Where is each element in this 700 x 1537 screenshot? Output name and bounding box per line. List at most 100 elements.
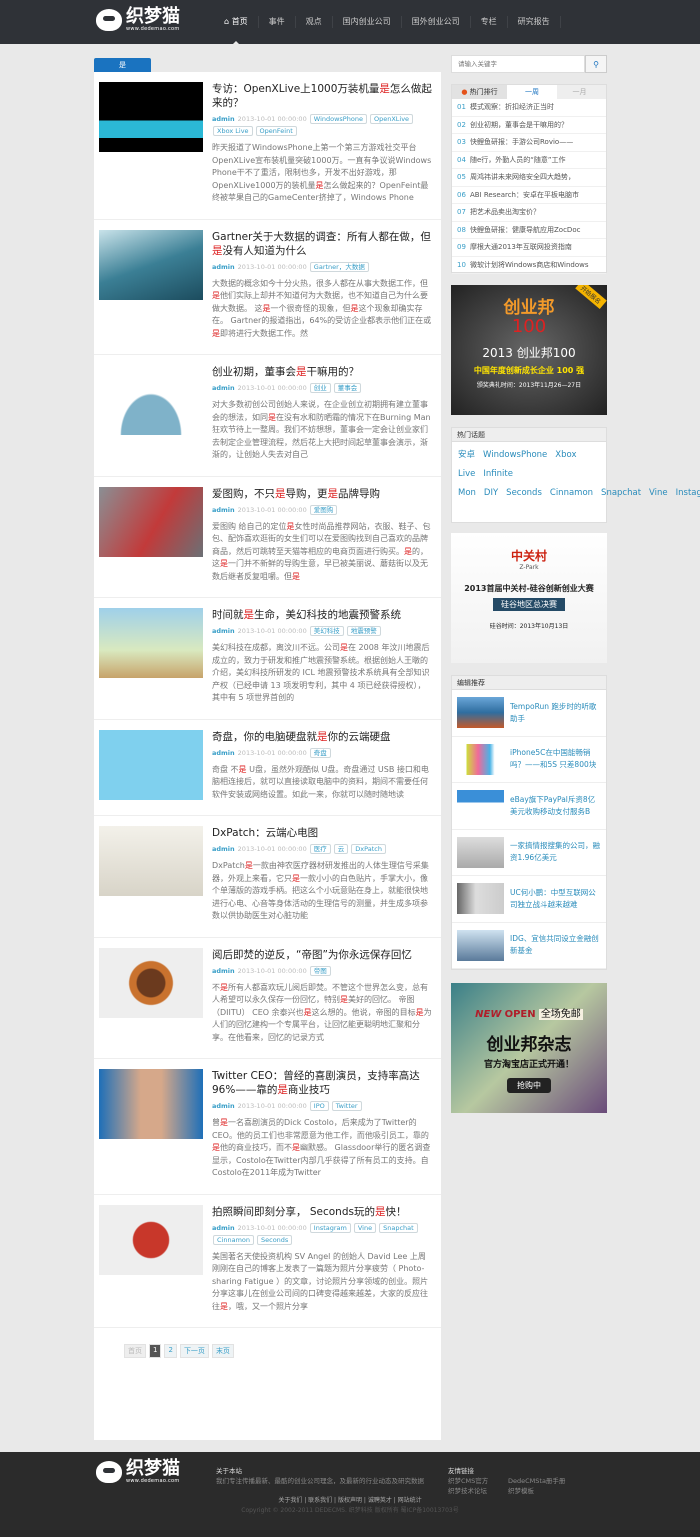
topic-link[interactable]: Instagram (676, 488, 700, 498)
friend-link[interactable]: DedeCMSta册手册 (508, 1476, 568, 1486)
search-input[interactable] (451, 55, 585, 73)
pick-thumbnail[interactable] (457, 929, 504, 961)
pick-thumbnail[interactable] (457, 836, 504, 868)
page-first[interactable]: 首页 (124, 1344, 146, 1358)
tab-month[interactable]: 一月 (557, 85, 602, 99)
ranking-item[interactable]: 10 微软计划将Windows商店和Windows (452, 257, 606, 274)
ranking-item[interactable]: 06 ABI Research：安卓在平板电脑市 (452, 187, 606, 204)
article-author[interactable]: admin (212, 115, 235, 123)
article-thumbnail[interactable] (99, 608, 203, 678)
nav-reports[interactable]: 研究报告 (508, 16, 561, 28)
article-tag[interactable]: IPO (309, 1101, 329, 1111)
ad-buy-button[interactable]: 抢购中 (507, 1078, 551, 1093)
article-tag[interactable]: 美幻科技 (309, 626, 344, 636)
tab-week[interactable]: 一周 (507, 85, 557, 99)
article-tag[interactable]: WindowsPhone (309, 114, 367, 124)
article-title[interactable]: 拍照瞬间即刻分享， Seconds玩的是快！ (212, 1205, 433, 1219)
article-tag[interactable]: 地震预警 (346, 626, 381, 636)
pick-item[interactable]: iPhone5C在中国能畅销吗？——和5S 只差800块 (452, 737, 606, 783)
article-tag[interactable]: DxPatch (351, 844, 387, 854)
topic-link[interactable]: WindowsPhone (483, 450, 547, 460)
article-thumbnail[interactable] (99, 826, 203, 896)
topic-link[interactable]: Snapchat (601, 488, 641, 498)
nav-home[interactable]: ⌂ 首页 (214, 16, 259, 46)
article-author[interactable]: admin (212, 1224, 235, 1232)
search-result-tab[interactable]: 是 (94, 58, 151, 72)
article-thumbnail[interactable] (99, 365, 203, 435)
article-thumbnail[interactable] (99, 1069, 203, 1139)
article-author[interactable]: admin (212, 384, 235, 392)
article-tag[interactable]: 云 (333, 844, 349, 854)
article-tag[interactable]: Snapchat (379, 1222, 418, 1233)
ranking-item[interactable]: 04 随e行，外勤人员的“随意”工作 (452, 152, 606, 169)
article-tag[interactable]: Cinnamon (213, 1234, 254, 1245)
article-tag[interactable]: Instagram (309, 1222, 351, 1233)
friend-link[interactable]: 织梦CMS官方 (448, 1476, 508, 1486)
pick-title[interactable]: iPhone5C在中国能畅销吗？——和5S 只差800块 (510, 747, 601, 771)
pick-title[interactable]: 一家搞情报搜集的公司，融资1.96亿美元 (510, 840, 601, 864)
article-title[interactable]: Twitter CEO：曾经的喜剧演员，支持率高达96%——靠的是商业技巧 (212, 1069, 433, 1097)
pick-thumbnail[interactable] (457, 790, 504, 822)
article-thumbnail[interactable] (99, 486, 203, 557)
article-tag[interactable]: 医疗 (309, 844, 331, 854)
pick-item[interactable]: eBay旗下PayPal斥资8亿美元收购移动支付服务B (452, 783, 606, 830)
article-author[interactable]: admin (212, 506, 235, 514)
article-tag[interactable]: 奇盘 (309, 747, 331, 758)
ranking-item[interactable]: 09 摩根大通2013年互联网投资指南 (452, 239, 606, 257)
article-tag[interactable]: Vine (353, 1222, 377, 1233)
friend-link[interactable]: 织梦模板 (508, 1486, 568, 1496)
pick-title[interactable]: eBay旗下PayPal斥资8亿美元收购移动支付服务B (510, 794, 601, 818)
article-tag[interactable]: Xbox Live (213, 126, 253, 136)
nav-foreign[interactable]: 国外创业公司 (402, 16, 471, 28)
article-tag[interactable]: 创业 (309, 383, 331, 393)
footer-logo[interactable]: 织梦猫 www.dedemao.com (96, 1460, 180, 1484)
topic-link[interactable]: Cinnamon (550, 488, 593, 498)
article-tag[interactable]: OpenXLive (369, 114, 414, 124)
article-title[interactable]: 阅后即焚的逆反，“帝图”为你永远保存回忆 (212, 948, 433, 962)
article-tag[interactable]: OpenFeint (255, 126, 297, 136)
ranking-item[interactable]: 03 快鲤鱼研报：手游公司Rovio—— (452, 134, 606, 152)
ranking-item[interactable]: 01 模式观察：折扣经济正当时 (452, 99, 606, 117)
ad-banner-zpark[interactable]: 中关村 Z-Park 2013首届中关村-硅谷创新创业大赛 硅谷地区总决赛 硅谷… (451, 533, 607, 663)
pick-thumbnail[interactable] (457, 697, 504, 729)
pick-title[interactable]: TempoRun 跑步时的听歌助手 (510, 701, 601, 725)
pick-thumbnail[interactable] (457, 743, 504, 775)
pick-item[interactable]: IDG、宜信共同设立金融创新基金 (452, 923, 606, 969)
article-tag[interactable]: Twitter (331, 1101, 362, 1111)
article-tag[interactable]: 爱图购 (309, 504, 338, 515)
article-thumbnail[interactable] (99, 947, 203, 1018)
ranking-item[interactable]: 08 快鲤鱼研报：健康导航应用ZocDoc (452, 222, 606, 239)
article-title[interactable]: Gartner关于大数据的调查：所有人都在做，但是没有人知道为什么 (212, 230, 433, 258)
pick-title[interactable]: UC何小鹏：中型互联网公司独立战斗越来越难 (510, 887, 601, 911)
topic-link[interactable]: DIY (484, 488, 498, 498)
ranking-item[interactable]: 07 把艺术品卖出淘宝价？ (452, 204, 606, 222)
ranking-item[interactable]: 02 创业初期，董事会是干嘛用的？ (452, 117, 606, 134)
article-author[interactable]: admin (212, 1102, 235, 1110)
topic-link[interactable]: Seconds (506, 488, 542, 498)
article-tag[interactable]: Gartner，大数据 (309, 261, 369, 272)
article-title[interactable]: 时间就是生命，美幻科技的地震预警系统 (212, 608, 433, 622)
page-1[interactable]: 1 (149, 1344, 162, 1358)
article-thumbnail[interactable] (99, 1204, 203, 1275)
article-title[interactable]: DxPatch：云端心电图 (212, 826, 433, 840)
article-title[interactable]: 创业初期，董事会是干嘛用的？ (212, 365, 433, 379)
nav-opinions[interactable]: 观点 (296, 16, 333, 28)
article-tag[interactable]: 董事会 (333, 383, 362, 393)
article-author[interactable]: admin (212, 263, 235, 271)
article-title[interactable]: 奇盘，你的电脑硬盘就是你的云端硬盘 (212, 730, 433, 744)
nav-columns[interactable]: 专栏 (471, 16, 508, 28)
article-title[interactable]: 爱图购，不只是导购，更是品牌导购 (212, 487, 433, 501)
article-author[interactable]: admin (212, 845, 235, 853)
article-author[interactable]: admin (212, 967, 235, 975)
article-author[interactable]: admin (212, 627, 235, 635)
pick-thumbnail[interactable] (457, 883, 504, 915)
article-tag[interactable]: Seconds (257, 1234, 293, 1245)
site-logo[interactable]: 织梦猫 www.dedemao.com (96, 8, 180, 32)
ranking-item[interactable]: 05 周鸿祎讲未来网络安全四大趋势， (452, 169, 606, 187)
article-thumbnail[interactable] (99, 229, 203, 300)
pick-item[interactable]: TempoRun 跑步时的听歌助手 (452, 690, 606, 737)
article-title[interactable]: 专访：OpenXLive上1000万装机量是怎么做起来的？ (212, 82, 433, 110)
friend-link[interactable]: 织梦技术论坛 (448, 1486, 508, 1496)
pick-item[interactable]: UC何小鹏：中型互联网公司独立战斗越来越难 (452, 876, 606, 923)
article-tag[interactable]: 帝图 (309, 965, 331, 976)
